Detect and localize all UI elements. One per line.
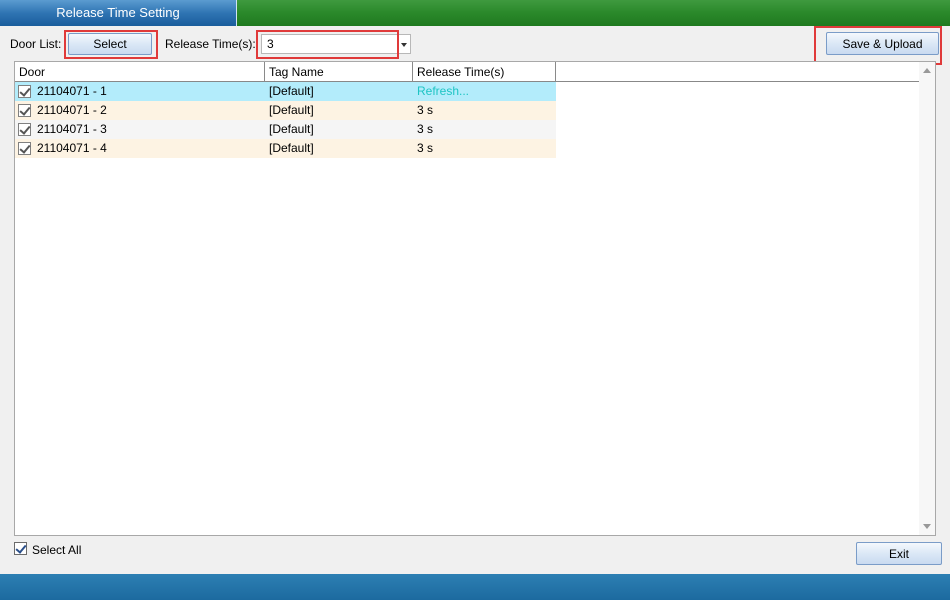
door-cell: 21104071 - 1 [37, 84, 107, 98]
tag-cell: [Default] [269, 141, 314, 155]
vertical-scrollbar[interactable] [919, 62, 935, 535]
door-cell: 21104071 - 4 [37, 141, 107, 155]
column-header-door[interactable]: Door [15, 62, 265, 82]
tag-cell: [Default] [269, 84, 314, 98]
exit-button[interactable]: Exit [856, 542, 942, 565]
select-all-checkbox[interactable] [14, 542, 27, 555]
table-header: Door Tag Name Release Time(s) [15, 62, 920, 82]
scroll-down-icon[interactable] [923, 524, 931, 529]
release-cell: 3 s [417, 141, 434, 155]
tag-cell: [Default] [269, 122, 314, 136]
door-list-label: Door List: [10, 37, 62, 51]
release-cell: 3 s [417, 103, 434, 117]
release-cell: Refresh... [417, 84, 470, 98]
table-row[interactable]: 21104071 - 4 [Default] 3 s [15, 139, 556, 158]
table-row[interactable]: 21104071 - 2 [Default] 3 s [15, 101, 556, 120]
table-row[interactable]: 21104071 - 1 [Default] Refresh... [15, 82, 556, 101]
tag-cell: [Default] [269, 103, 314, 117]
row-checkbox[interactable] [18, 85, 31, 98]
door-cell: 21104071 - 3 [37, 122, 107, 136]
tab-release-time-setting[interactable]: Release Time Setting [0, 0, 237, 26]
select-button[interactable]: Select [68, 33, 152, 55]
table-row[interactable]: 21104071 - 3 [Default] 3 s [15, 120, 556, 139]
title-bar: Release Time Setting [0, 0, 950, 26]
release-time-highlight [256, 30, 399, 59]
column-header-tag-name[interactable]: Tag Name [265, 62, 413, 82]
release-time-label: Release Time(s): [165, 37, 256, 51]
door-table: Door Tag Name Release Time(s) 21104071 -… [14, 61, 936, 536]
row-checkbox[interactable] [18, 142, 31, 155]
row-checkbox[interactable] [18, 104, 31, 117]
row-checkbox[interactable] [18, 123, 31, 136]
scroll-up-icon[interactable] [923, 68, 931, 73]
main-panel: Door List: Select Release Time(s): 3 Sav… [0, 26, 950, 574]
door-cell: 21104071 - 2 [37, 103, 107, 117]
chevron-down-icon[interactable] [401, 43, 407, 47]
release-cell: 3 s [417, 122, 434, 136]
footer-bar [0, 574, 950, 600]
column-header-release-time[interactable]: Release Time(s) [413, 62, 556, 82]
save-upload-button[interactable]: Save & Upload [826, 32, 939, 55]
select-all-label[interactable]: Select All [32, 542, 81, 558]
